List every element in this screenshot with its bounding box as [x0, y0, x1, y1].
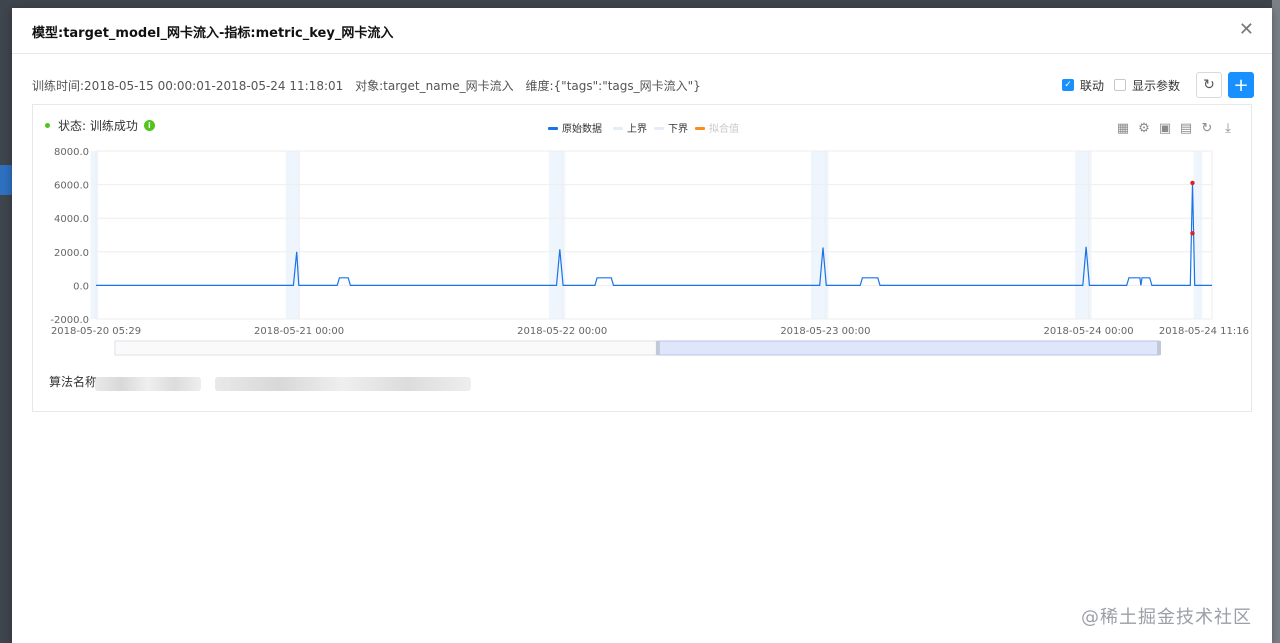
chart-toolbox: ▦ ⚙ ▣ ▤ ↻ ⤓ [1109, 122, 1235, 136]
legend-label: 原始数据 [562, 122, 602, 135]
legend-swatch [654, 127, 664, 130]
redacted-text [95, 377, 201, 391]
document-icon[interactable]: ▤ [1179, 122, 1193, 136]
legend-label: 下界 [668, 123, 688, 135]
zoom-handle-left [655, 341, 660, 355]
y-tick-label: 0.0 [73, 281, 89, 292]
save-icon[interactable]: ▣ [1158, 122, 1172, 136]
chart-controls: ✓ 联动 显示参数 ↻ + [1061, 72, 1254, 98]
confidence-band [1193, 151, 1203, 319]
legend-label: 拟合值 [709, 122, 739, 135]
series-line [96, 182, 1212, 286]
modal-header: 模型:target_model_网卡流入-指标:metric_key_网卡流入 … [12, 8, 1272, 54]
x-tick-label: 2018-05-23 00:00 [780, 326, 870, 337]
y-tick-label: 4000.0 [54, 214, 89, 225]
legend-swatch [613, 127, 623, 130]
link-label: 联动 [1079, 78, 1104, 93]
zoom-handle-right [1157, 341, 1161, 355]
y-tick-label: 6000.0 [54, 181, 89, 192]
table-icon[interactable]: ▦ [1116, 122, 1130, 136]
confidence-band [285, 151, 300, 319]
add-button[interactable]: + [1228, 72, 1254, 98]
y-tick-label: -2000.0 [50, 315, 89, 326]
close-icon[interactable]: ✕ [1239, 20, 1254, 40]
x-tick-label: 2018-05-24 11:16 [1159, 326, 1249, 337]
algorithm-name-label: 算法名称 [49, 375, 98, 389]
object-text: 对象:target_name_网卡流入 [355, 79, 514, 93]
plus-icon: + [1233, 74, 1249, 96]
legend-label: 上界 [627, 123, 647, 135]
show-params-label: 显示参数 [1131, 78, 1180, 93]
gear-icon[interactable]: ⚙ [1137, 122, 1151, 136]
x-tick-label: 2018-05-22 00:00 [517, 326, 607, 337]
anomaly-point [1190, 231, 1195, 236]
x-tick-label: 2018-05-24 00:00 [1043, 326, 1133, 337]
confidence-band [90, 151, 99, 319]
line-chart[interactable]: 8000.06000.04000.02000.00.0-2000.02018-0… [33, 105, 1251, 365]
confidence-band [548, 151, 566, 319]
y-tick-label: 2000.0 [54, 248, 89, 259]
anomaly-point [1190, 180, 1195, 186]
download-icon[interactable]: ⤓ [1221, 122, 1235, 136]
dimension-text: 维度:{"tags":"tags_网卡流入"} [525, 79, 701, 93]
training-info: 训练时间:2018-05-15 00:00:01-2018-05-24 11:1… [32, 77, 709, 94]
zoom-window [657, 340, 1160, 356]
background-nav-strip [0, 165, 12, 195]
refresh-icon: ↻ [1203, 77, 1215, 93]
modal-title: 模型:target_model_网卡流入-指标:metric_key_网卡流入 [32, 26, 394, 41]
checkbox-checked-icon[interactable]: ✓ [1061, 79, 1074, 91]
show-params-checkbox[interactable]: 显示参数 [1113, 77, 1180, 94]
y-tick-label: 8000.0 [54, 147, 89, 158]
background-right-edge [1272, 0, 1280, 643]
train-time-text: 训练时间:2018-05-15 00:00:01-2018-05-24 11:1… [32, 79, 344, 93]
legend-swatch [695, 127, 705, 130]
redacted-text [215, 377, 471, 391]
chart-modal: 模型:target_model_网卡流入-指标:metric_key_网卡流入 … [12, 8, 1272, 643]
link-checkbox[interactable]: ✓ 联动 [1061, 77, 1104, 94]
x-tick-label: 2018-05-20 05:29 [51, 326, 141, 337]
x-tick-label: 2018-05-21 00:00 [254, 326, 344, 337]
chart-panel: 状态: 训练成功 i 8000.0 6000.0 4000.0 2000.0 0.0 -2… [32, 104, 1252, 412]
refresh-button[interactable]: ↻ [1196, 72, 1222, 98]
checkbox-unchecked-icon[interactable] [1113, 79, 1126, 91]
confidence-band [1075, 151, 1092, 319]
legend-swatch [548, 127, 558, 130]
watermark: @稀土掘金技术社区 [1081, 607, 1252, 628]
refresh-icon[interactable]: ↻ [1200, 122, 1214, 136]
